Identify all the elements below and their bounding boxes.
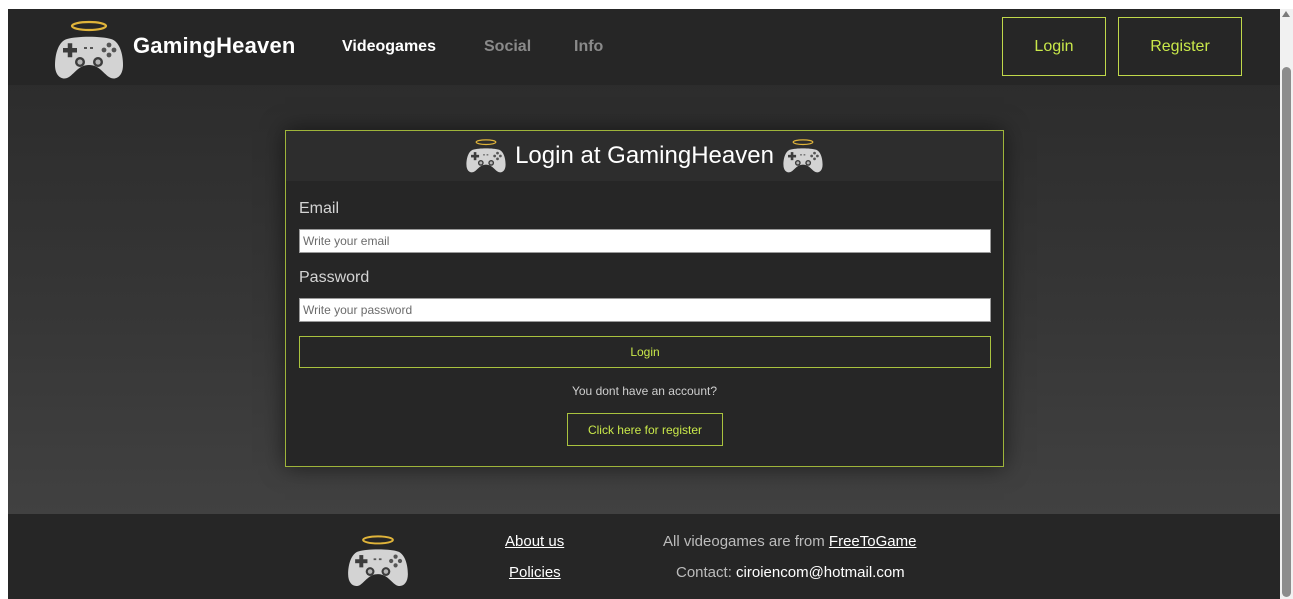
gamepad-with-halo-icon — [465, 137, 507, 175]
password-field[interactable] — [299, 298, 991, 322]
page-viewport: GamingHeaven Videogames Social Info Logi… — [8, 9, 1280, 599]
scroll-thumb[interactable] — [1282, 67, 1291, 597]
login-card-header: Login at GamingHeaven — [286, 131, 1003, 181]
scroll-up-arrow-icon[interactable] — [1282, 11, 1290, 17]
footer: About us Policies All videogames are fro… — [8, 514, 1280, 599]
contact-text: Contact: ciroiencom@hotmail.com — [676, 564, 905, 581]
freetogame-link[interactable]: FreeToGame — [829, 533, 917, 550]
nav-social[interactable]: Social — [484, 38, 531, 56]
source-text: All videogames are from FreeToGame — [663, 533, 916, 550]
contact-email: ciroiencom@hotmail.com — [736, 564, 905, 581]
gamepad-with-halo-icon — [343, 532, 413, 590]
password-label: Password — [299, 269, 370, 286]
nav-info[interactable]: Info — [574, 38, 603, 56]
page-scrollbar[interactable] — [1280, 9, 1293, 599]
gamepad-with-halo-icon — [782, 137, 824, 175]
contact-prefix: Contact: — [676, 564, 732, 581]
about-us-link[interactable]: About us — [505, 533, 564, 550]
gamepad-with-halo-icon[interactable] — [53, 17, 125, 83]
email-field[interactable] — [299, 229, 991, 253]
register-link-button[interactable]: Click here for register — [567, 413, 723, 446]
email-label: Email — [299, 200, 340, 217]
top-navbar: GamingHeaven Videogames Social Info Logi… — [8, 9, 1280, 85]
no-account-text: You dont have an account? — [571, 384, 717, 398]
brand-name[interactable]: GamingHeaven — [133, 33, 296, 59]
source-prefix: All videogames are from — [663, 533, 825, 550]
login-title: Login at GamingHeaven — [515, 142, 774, 169]
login-submit-button[interactable]: Login — [299, 336, 991, 368]
nav-videogames[interactable]: Videogames — [342, 38, 436, 56]
policies-link[interactable]: Policies — [509, 564, 561, 581]
header-login-button[interactable]: Login — [1002, 17, 1106, 76]
login-card: Login at GamingHeaven Email Password Log… — [285, 130, 1004, 467]
header-register-button[interactable]: Register — [1118, 17, 1242, 76]
